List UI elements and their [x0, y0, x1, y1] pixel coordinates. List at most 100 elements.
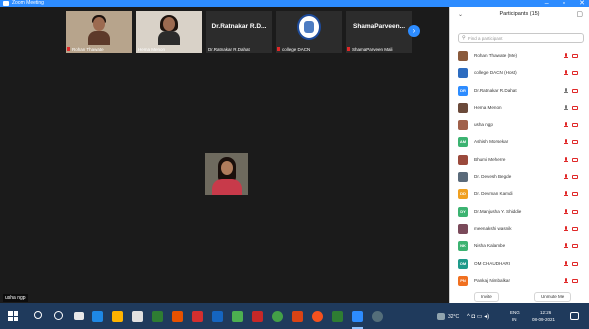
video-off-icon: [572, 105, 578, 110]
muted-mic-icon: [564, 225, 568, 232]
word-icon[interactable]: [212, 311, 223, 322]
avatar: PN: [458, 275, 468, 286]
windows-taskbar: 32°C ^ ◘ ▭ ◂) ENG IN 12:26 08-09-2021: [0, 303, 589, 329]
participant-name: usha ngp: [474, 122, 493, 128]
tile-name: college DACN: [282, 47, 311, 52]
chrome-icon[interactable]: [272, 311, 283, 322]
avatar: [458, 172, 468, 183]
window-titlebar: Zoom Meeting – ▫ ✕: [0, 0, 589, 7]
avatar: OM: [458, 258, 468, 269]
participant-video: [88, 13, 110, 45]
powerpoint-icon[interactable]: [292, 311, 303, 322]
participant-row[interactable]: usha ngp: [450, 117, 589, 134]
cortana-icon[interactable]: [54, 311, 63, 320]
windows-start-icon[interactable]: [8, 311, 18, 321]
video-off-icon: [572, 140, 578, 145]
participant-row[interactable]: DY Dr.Manjusha Y. Shiddie: [450, 204, 589, 221]
muted-mic-icon: [564, 243, 568, 249]
video-tile[interactable]: ShamaParveen... ShamaParveen Mali: [346, 11, 412, 53]
participant-row[interactable]: meenakshi wasnik: [450, 221, 589, 238]
invite-button[interactable]: Invite: [474, 292, 499, 302]
participant-row[interactable]: DD Dr. Devman Kamdi: [450, 186, 589, 203]
participant-row[interactable]: college DACN (Host): [450, 65, 589, 82]
avatar: [458, 120, 468, 131]
participant-name: Pankaj Nimbalkar: [474, 277, 510, 283]
unmute-me-button[interactable]: Unmute Me: [534, 292, 572, 302]
avatar: DY: [458, 206, 468, 217]
participant-row[interactable]: AM Ashish Morsekar: [450, 134, 589, 151]
muted-mic-icon: [564, 122, 568, 128]
store-icon[interactable]: [132, 311, 143, 322]
muted-mic-icon: [564, 208, 568, 215]
participant-search[interactable]: ⚲: [458, 33, 584, 43]
weather-icon[interactable]: [437, 313, 445, 320]
participant-row[interactable]: Bhumi Meherre: [450, 152, 589, 169]
vlc-icon[interactable]: [172, 311, 183, 322]
muted-mic-icon: [564, 156, 568, 163]
participant-name: Ashish Morsekar: [474, 139, 509, 145]
participant-row[interactable]: OM OM CHAUDHARI: [450, 256, 589, 273]
video-off-icon: [572, 209, 578, 214]
sheets-icon[interactable]: [332, 311, 343, 322]
pdf-app-icon[interactable]: [192, 311, 203, 322]
zoom-taskbar-icon[interactable]: [352, 311, 363, 322]
participant-row[interactable]: NK Nisha Kalambe: [450, 238, 589, 255]
video-off-icon: [572, 244, 578, 249]
video-off-icon: [572, 261, 578, 266]
participant-row[interactable]: PN Pankaj Nimbalkar: [450, 273, 589, 290]
file-explorer-icon[interactable]: [112, 311, 123, 322]
notification-icon[interactable]: [570, 312, 579, 320]
muted-mic-icon: [564, 139, 568, 145]
avatar: [458, 223, 468, 234]
participant-row[interactable]: Rohan Thawate (Me): [450, 48, 589, 65]
participant-name: meenakshi wasnik: [474, 225, 512, 231]
college-logo: [297, 14, 321, 40]
clock-date[interactable]: 08-09-2021: [532, 317, 555, 322]
video-tile[interactable]: Hema Menon: [136, 11, 202, 53]
video-off-icon: [572, 175, 578, 180]
acrobat-icon[interactable]: [252, 311, 263, 322]
search-input[interactable]: [468, 35, 578, 42]
maximize-icon[interactable]: ▫: [563, 0, 565, 7]
region-indicator[interactable]: IN: [512, 317, 517, 322]
weather-temp[interactable]: 32°C: [448, 314, 459, 320]
participant-row[interactable]: Hema Menon: [450, 100, 589, 117]
participant-list: Rohan Thawate (Me) college DACN (Host) DR D…: [450, 48, 589, 290]
participant-name: Dr. Devesh Begde: [474, 174, 512, 180]
avatar: DR: [458, 85, 468, 96]
settings-icon[interactable]: [372, 311, 383, 322]
firefox-icon[interactable]: [312, 311, 323, 322]
clock-time[interactable]: 12:26: [540, 310, 551, 315]
minimize-icon[interactable]: –: [545, 0, 549, 7]
edge-icon[interactable]: [92, 311, 103, 322]
muted-mic-icon: [564, 174, 568, 180]
video-tile[interactable]: Rohan Thawate: [66, 11, 132, 53]
muted-mic-icon: [347, 47, 350, 51]
participant-row[interactable]: DR Dr.Ratnakar R.Dahat: [450, 83, 589, 100]
task-view-icon[interactable]: [74, 312, 84, 320]
video-off-icon: [572, 192, 578, 197]
app-icon[interactable]: [232, 311, 243, 322]
video-tile[interactable]: Dr.Ratnakar R.D... Dr.Ratnakar R.Dahat: [206, 11, 272, 53]
video-off-icon: [572, 123, 578, 128]
panel-footer: Invite Unmute Me: [450, 292, 589, 302]
search-icon[interactable]: [34, 311, 42, 319]
muted-mic-icon: [564, 70, 568, 76]
active-speaker-name: usha ngp: [3, 294, 28, 302]
language-indicator[interactable]: ENG: [510, 310, 520, 315]
tray-icons[interactable]: ^ ◘ ▭ ◂): [467, 313, 489, 320]
muted-mic-icon: [277, 47, 280, 51]
participant-row[interactable]: Dr. Devesh Begde: [450, 169, 589, 186]
popout-icon[interactable]: ▢: [576, 10, 583, 18]
tile-big-name: ShamaParveen...: [352, 23, 406, 30]
active-speaker-video[interactable]: [205, 153, 248, 195]
participants-panel: ⌄ Participants (15) ▢ ⚲ Rohan Thawate (M…: [449, 7, 589, 303]
video-off-icon: [572, 226, 578, 231]
window-title: Zoom Meeting: [12, 0, 44, 6]
excel-icon[interactable]: [152, 311, 163, 322]
next-page-button[interactable]: ›: [408, 25, 420, 37]
video-tile[interactable]: college DACN: [276, 11, 342, 53]
tile-name: Dr.Ratnakar R.Dahat: [208, 47, 250, 52]
avatar: [458, 68, 468, 79]
close-icon[interactable]: ✕: [579, 0, 585, 7]
